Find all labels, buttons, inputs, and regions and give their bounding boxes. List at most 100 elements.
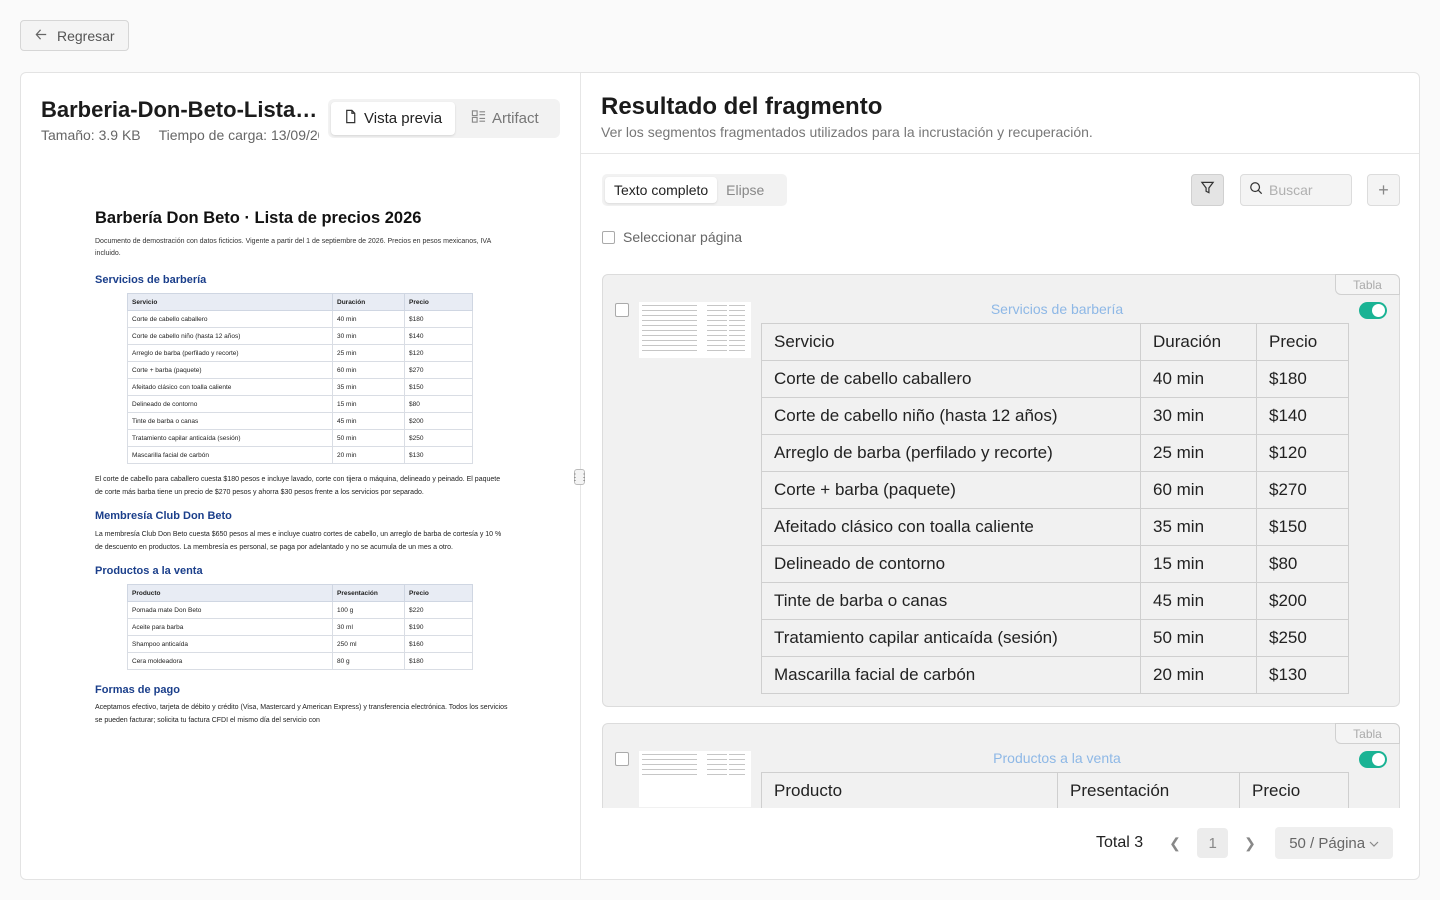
results-title: Resultado del fragmento [601,93,883,120]
plus-icon: + [1378,179,1389,200]
thumbnail-line [707,774,727,775]
table-cell: Corte de cabello niño (hasta 12 años) [127,327,333,345]
tab-preview[interactable]: Vista previa [331,102,455,135]
table-cell: 20 min [1140,656,1257,694]
table-cell: $150 [404,378,473,396]
chunk-enable-toggle[interactable] [1359,751,1387,768]
tab-artifact[interactable]: Artifact [459,102,551,135]
thumbnail-line [642,769,697,770]
table-cell: 40 min [1140,360,1257,398]
thumbnail-line [729,310,745,311]
table-row: Afeitado clásico con toalla caliente 35 m… [127,378,473,396]
thumbnail-line [729,305,745,306]
table-header-cell: Precio [404,584,473,602]
table-cell: 80 g [332,652,405,670]
table-cell: $160 [404,635,473,653]
table-cell: 30 ml [332,618,405,636]
table-header-cell: Presentación [332,584,405,602]
chevron-left-icon[interactable]: ❮ [1169,835,1183,852]
preview-section-payment: Formas de pago [95,684,180,696]
thumbnail-line [642,345,697,346]
table-cell: $130 [1256,656,1349,694]
table-cell: 45 min [332,412,405,430]
select-page[interactable]: Seleccionar página [602,229,742,245]
thumbnail-line [729,350,745,351]
table-cell: Cera moldeadora [127,652,333,670]
chunk-type-tag: Tabla [1335,274,1400,295]
chunk-enable-toggle[interactable] [1359,302,1387,319]
preview-section-services: Servicios de barbería [95,274,207,286]
table-cell: Afeitado clásico con toalla caliente [127,378,333,396]
table-cell: 15 min [332,395,405,413]
thumbnail-line [707,320,727,321]
document-title: Barberia-Don-Beto-Lista-de-precios-2026.… [41,97,321,122]
table-cell: 30 min [332,327,405,345]
table-row: Delineado de contorno 15 min $80 [761,545,1349,583]
table-cell: $130 [404,446,473,464]
chunk-card: Tabla Productos a la venta Producto Prese… [602,723,1400,808]
table-row: Tratamiento capilar anticaída (sesión) 50… [761,619,1349,657]
back-button[interactable]: Regresar [20,20,129,51]
thumbnail-line [729,325,745,326]
table-cell: 40 min [332,310,405,328]
chevron-right-icon[interactable]: ❯ [1244,835,1258,852]
table-row: Corte de cabello caballero 40 min $180 [127,310,473,328]
table-header-cell: Precio [404,293,473,311]
thumbnail-line [729,315,745,316]
thumbnail-line [707,769,727,770]
tab-full-text[interactable]: Texto completo [605,177,718,203]
select-page-label: Seleccionar página [623,229,743,245]
table-header-row: Producto Presentación Precio [127,584,473,602]
thumbnail-line [729,769,745,770]
table-cell: Aceite para barba [127,618,333,636]
document-preview: Barbería Don Beto · Lista de precios 202… [95,209,515,727]
select-page-checkbox[interactable] [602,230,615,244]
document-meta: Tamaño: 3.9 KB Tiempo de carga: 13/09/20… [41,127,319,143]
table-cell: Corte de cabello niño (hasta 12 años) [761,397,1141,435]
table-cell: $190 [404,618,473,636]
table-cell: Mascarilla facial de carbón [761,656,1141,694]
table-cell: Tratamiento capilar anticaída (sesión) [761,619,1141,657]
table-row: Tinte de barba o canas 45 min $200 [127,412,473,430]
table-header-cell: Precio [1239,772,1349,808]
thumbnail-line [729,320,745,321]
chunk-type-tag: Tabla [1335,723,1400,744]
chunk-checkbox[interactable] [615,303,629,317]
thumbnail-line [642,315,697,316]
table-cell: $120 [1256,434,1349,472]
table-cell: Corte + barba (paquete) [127,361,333,379]
add-button[interactable]: + [1367,174,1400,206]
thumbnail-line [642,759,697,760]
thumbnail-line [729,754,745,755]
tab-artifact-label: Artifact [492,110,539,127]
preview-title: Barbería Don Beto · Lista de precios 202… [95,209,422,227]
page-size-select[interactable]: 50 / Página [1275,827,1394,859]
table-cell: Corte + barba (paquete) [761,471,1141,509]
thumbnail-line [707,335,727,336]
page-number[interactable]: 1 [1197,828,1229,858]
thumbnail-line [729,345,745,346]
document-size: Tamaño: 3.9 KB [41,127,141,143]
table-cell: $250 [1256,619,1349,657]
thumbnail-line [642,330,697,331]
table-cell: 60 min [332,361,405,379]
table-row: Corte de cabello niño (hasta 12 años) 30 … [127,327,473,345]
thumbnail-line [729,764,745,765]
table-cell: $80 [404,395,473,413]
search-input[interactable] [1269,182,1349,198]
tab-ellipsis[interactable]: Elipse [717,177,773,203]
table-row: Pomada mate Don Beto 100 g $220 [127,601,473,619]
chunk-checkbox[interactable] [615,752,629,766]
preview-membership-text: La membresía Club Don Beto cuesta $650 p… [95,531,502,551]
thumbnail-line [707,305,727,306]
thumbnail-line [642,350,697,351]
preview-payment-text: Aceptamos efectivo, tarjeta de débito y … [95,704,508,724]
document-load-time: Tiempo de carga: 13/09/2025 [158,127,319,143]
thumbnail-line [729,774,745,775]
chevron-down-icon [1369,835,1379,852]
table-cell: $200 [1256,582,1349,620]
list-icon [471,109,486,128]
thumbnail-line [642,340,697,341]
table-cell: $80 [1256,545,1349,583]
filter-button[interactable] [1191,174,1224,206]
